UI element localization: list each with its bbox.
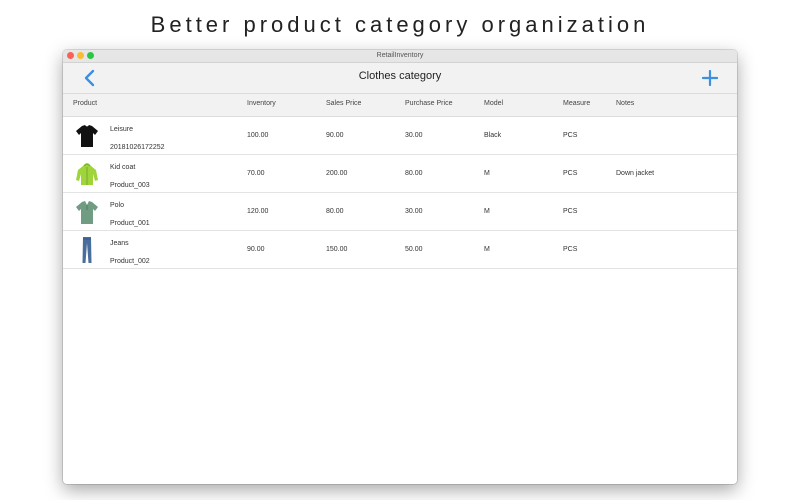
measure-value: PCS bbox=[563, 132, 578, 139]
measure-value: PCS bbox=[563, 170, 578, 177]
banner-title: Better product category organization bbox=[150, 12, 650, 37]
inventory-value: 90.00 bbox=[247, 246, 265, 253]
purchase-price-value: 30.00 bbox=[405, 208, 423, 215]
page-title: Clothes category bbox=[358, 70, 442, 82]
hooded-coat-icon bbox=[76, 163, 98, 185]
measure-value: PCS bbox=[563, 208, 578, 215]
inventory-value: 70.00 bbox=[247, 170, 265, 177]
product-code: Product_002 bbox=[110, 258, 150, 265]
sales-price-value: 80.00 bbox=[326, 208, 344, 215]
model-value: M bbox=[484, 170, 490, 177]
model-value: M bbox=[484, 246, 490, 253]
sales-price-value: 200.00 bbox=[326, 170, 348, 177]
model-value: Black bbox=[484, 132, 502, 139]
product-code: Product_001 bbox=[110, 220, 150, 227]
product-code: 20181026172252 bbox=[110, 144, 165, 151]
plus-icon bbox=[702, 70, 718, 86]
inventory-value: 120.00 bbox=[247, 208, 269, 215]
table-row[interactable]: Polo Product_001 120.00 80.00 30.00 M PC… bbox=[63, 193, 737, 231]
product-name: Jeans bbox=[110, 240, 129, 247]
header-sales-price: Sales Price bbox=[326, 100, 362, 107]
polo-shirt-icon bbox=[76, 201, 98, 224]
table-row[interactable]: Kid coat Product_003 70.00 200.00 80.00 … bbox=[63, 155, 737, 193]
sales-price-value: 90.00 bbox=[326, 132, 344, 139]
window-titlebar: RetailInventory bbox=[63, 50, 737, 63]
header-notes: Notes bbox=[616, 100, 635, 107]
product-code: Product_003 bbox=[110, 182, 150, 189]
header-inventory: Inventory bbox=[247, 100, 276, 107]
model-value: M bbox=[484, 208, 490, 215]
window-title: RetailInventory bbox=[376, 52, 424, 59]
inventory-value: 100.00 bbox=[247, 132, 269, 139]
tshirt-icon bbox=[76, 125, 98, 147]
purchase-price-value: 30.00 bbox=[405, 132, 423, 139]
sales-price-value: 150.00 bbox=[326, 246, 348, 253]
product-name: Polo bbox=[110, 202, 125, 209]
header-purchase-price: Purchase Price bbox=[405, 100, 453, 107]
table-row[interactable]: Leisure 20181026172252 100.00 90.00 30.0… bbox=[63, 117, 737, 155]
notes-value: Down jacket bbox=[616, 170, 655, 177]
product-name: Kid coat bbox=[110, 164, 136, 171]
purchase-price-value: 50.00 bbox=[405, 246, 423, 253]
product-name: Leisure bbox=[110, 126, 133, 133]
jeans-icon bbox=[82, 237, 92, 263]
table-header: Product Inventory Sales Price Purchase P… bbox=[63, 94, 737, 117]
add-product-button[interactable] bbox=[699, 67, 721, 89]
navigation-bar: Clothes category bbox=[63, 63, 737, 94]
purchase-price-value: 80.00 bbox=[405, 170, 423, 177]
app-window: RetailInventory Clothes category Product… bbox=[63, 50, 737, 484]
header-model: Model bbox=[484, 100, 504, 107]
header-measure: Measure bbox=[563, 100, 591, 107]
header-product: Product bbox=[73, 100, 98, 107]
measure-value: PCS bbox=[563, 246, 578, 253]
table-row[interactable]: Jeans Product_002 90.00 150.00 50.00 M P… bbox=[63, 231, 737, 269]
